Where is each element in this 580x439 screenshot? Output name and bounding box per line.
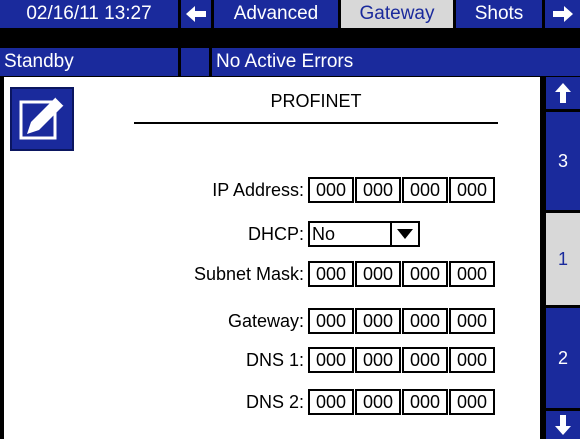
error-status-text: No Active Errors xyxy=(216,51,354,72)
dhcp-value: No xyxy=(312,224,336,244)
screen: 02/16/11 13:27 Advanced Gateway Shots St… xyxy=(0,0,580,439)
gateway-label: Gateway: xyxy=(227,311,304,331)
ip-address-octet-1[interactable]: 000 xyxy=(308,177,354,203)
dropdown-arrow-icon xyxy=(397,229,413,239)
page-2-label: 2 xyxy=(557,347,568,368)
tab-advanced-label: Advanced xyxy=(233,3,319,24)
dns2-octet-2[interactable]: 000 xyxy=(355,389,401,415)
dns2-field[interactable]: 000 000 000 000 xyxy=(308,389,495,415)
status-indicator xyxy=(181,48,209,76)
tab-shots[interactable]: Shots xyxy=(456,0,542,28)
ip-address-octet-4[interactable]: 000 xyxy=(449,177,495,203)
page-up-button[interactable] xyxy=(546,77,580,109)
dns1-label: DNS 1: xyxy=(245,350,304,370)
settings-panel: PROFINET IP Address: 000 000 000 000 DHC… xyxy=(4,77,540,439)
tab-gateway[interactable]: Gateway xyxy=(341,0,453,28)
machine-status: Standby xyxy=(0,48,178,76)
dhcp-label: DHCP: xyxy=(247,224,304,244)
subnet-mask-field[interactable]: 000 000 000 000 xyxy=(308,261,495,287)
arrow-left-icon xyxy=(186,6,206,22)
arrow-down-icon xyxy=(555,415,571,435)
edit-button[interactable] xyxy=(10,87,74,151)
page-1-button[interactable]: 1 xyxy=(546,213,580,305)
gateway-octet-1[interactable]: 000 xyxy=(308,308,354,334)
gateway-octet-4[interactable]: 000 xyxy=(449,308,495,334)
dhcp-dropdown-button[interactable] xyxy=(390,223,418,245)
ip-address-octet-3[interactable]: 000 xyxy=(402,177,448,203)
panel-title: PROFINET xyxy=(270,91,362,111)
dns1-octet-3[interactable]: 000 xyxy=(402,347,448,373)
tab-scroll-right-button[interactable] xyxy=(545,0,580,28)
tab-scroll-left-button[interactable] xyxy=(181,0,211,28)
subnet-mask-octet-1[interactable]: 000 xyxy=(308,261,354,287)
subnet-mask-octet-2[interactable]: 000 xyxy=(355,261,401,287)
tab-advanced[interactable]: Advanced xyxy=(214,0,338,28)
dns1-octet-2[interactable]: 000 xyxy=(355,347,401,373)
page-3-button[interactable]: 3 xyxy=(546,112,580,210)
ip-address-label: IP Address: xyxy=(212,180,304,200)
dhcp-select[interactable]: No xyxy=(308,221,420,247)
page-3-label: 3 xyxy=(557,150,568,171)
arrow-up-icon xyxy=(555,83,571,103)
ip-address-octet-2[interactable]: 000 xyxy=(355,177,401,203)
datetime-display: 02/16/11 13:27 xyxy=(0,0,178,28)
page-down-button[interactable] xyxy=(546,411,580,439)
edit-icon xyxy=(19,96,65,140)
ip-address-field[interactable]: 000 000 000 000 xyxy=(308,177,495,203)
title-divider xyxy=(134,122,498,124)
machine-status-text: Standby xyxy=(4,51,74,72)
gateway-field[interactable]: 000 000 000 000 xyxy=(308,308,495,334)
dns2-label: DNS 2: xyxy=(245,392,304,412)
error-status: No Active Errors xyxy=(212,48,580,76)
tab-shots-label: Shots xyxy=(474,3,524,24)
subnet-mask-octet-3[interactable]: 000 xyxy=(402,261,448,287)
datetime-text: 02/16/11 13:27 xyxy=(26,3,152,24)
dns2-octet-4[interactable]: 000 xyxy=(449,389,495,415)
dns1-octet-4[interactable]: 000 xyxy=(449,347,495,373)
dns2-octet-3[interactable]: 000 xyxy=(402,389,448,415)
subnet-mask-label: Subnet Mask: xyxy=(193,264,304,284)
gateway-octet-2[interactable]: 000 xyxy=(355,308,401,334)
dns2-octet-1[interactable]: 000 xyxy=(308,389,354,415)
subnet-mask-octet-4[interactable]: 000 xyxy=(449,261,495,287)
dns1-field[interactable]: 000 000 000 000 xyxy=(308,347,495,373)
dns1-octet-1[interactable]: 000 xyxy=(308,347,354,373)
gateway-octet-3[interactable]: 000 xyxy=(402,308,448,334)
page-2-button[interactable]: 2 xyxy=(546,308,580,408)
arrow-right-icon xyxy=(552,6,573,22)
page-1-label: 1 xyxy=(557,248,568,269)
tab-gateway-label: Gateway xyxy=(359,3,435,24)
